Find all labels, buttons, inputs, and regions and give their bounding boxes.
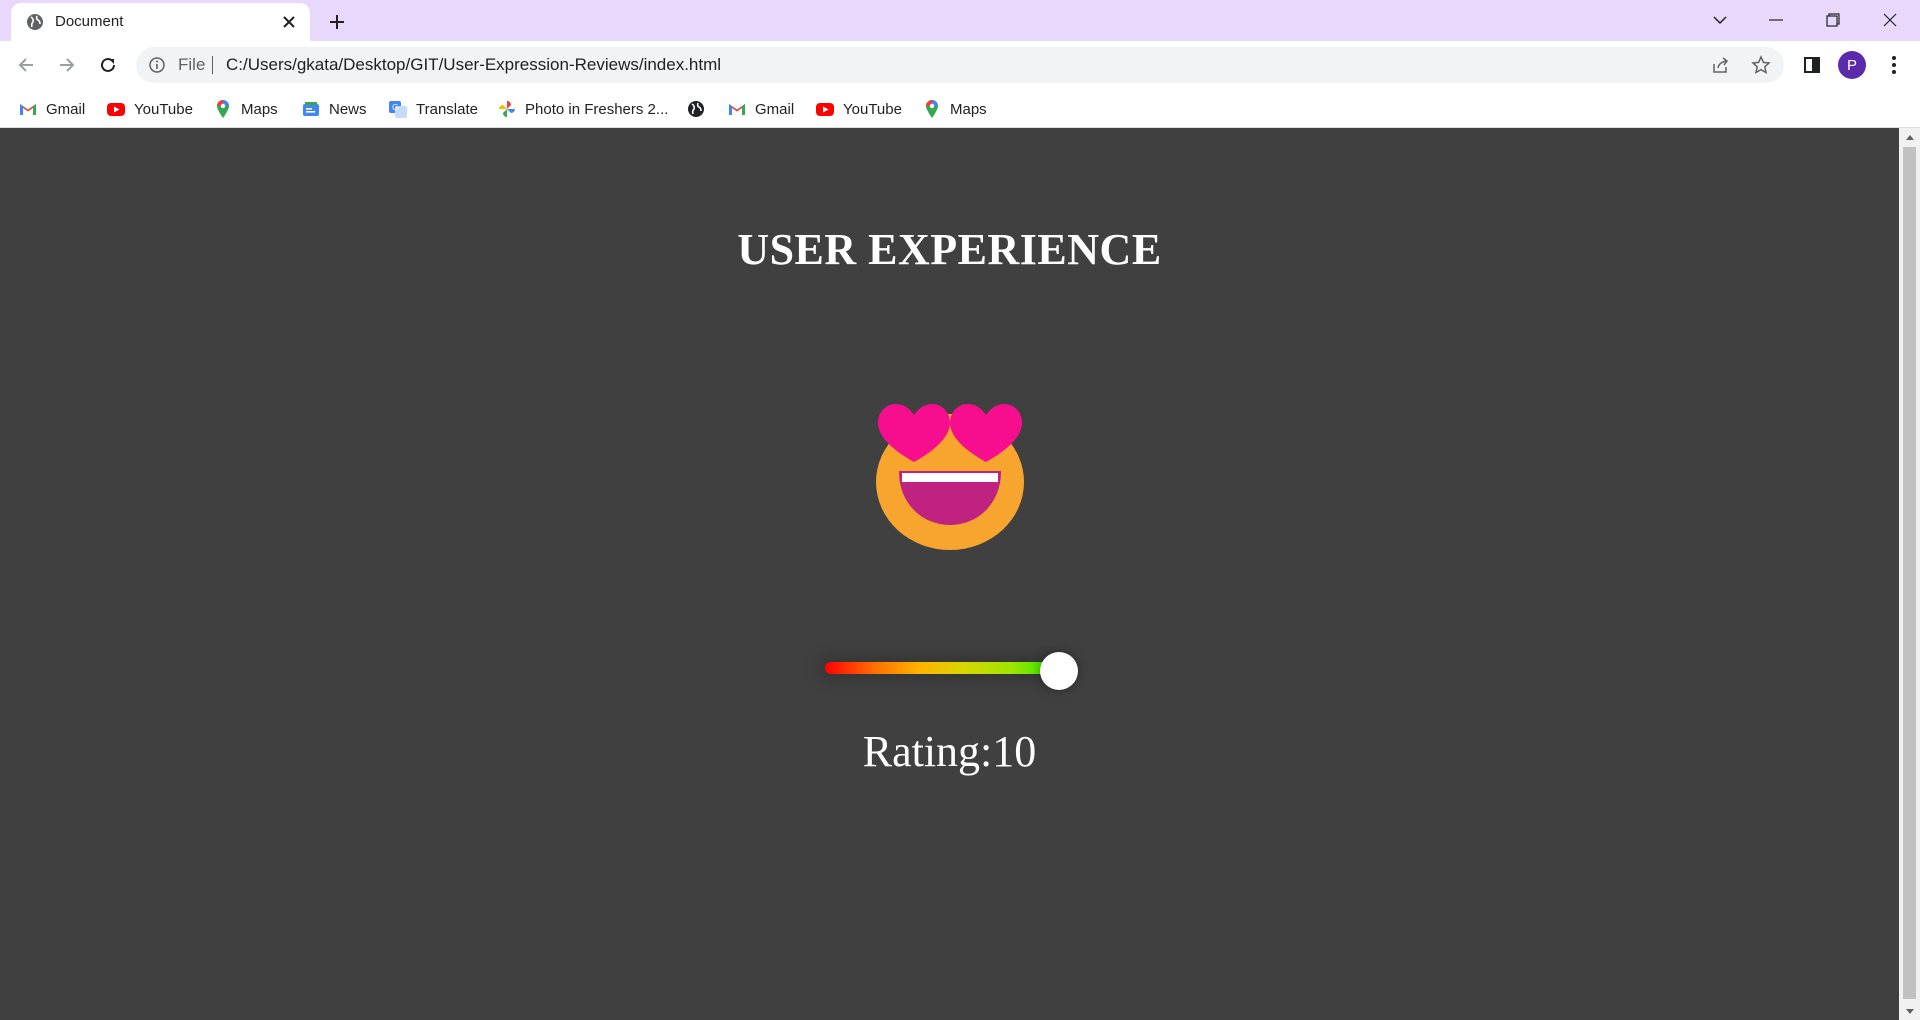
restore-icon bbox=[1826, 13, 1840, 27]
globe-icon bbox=[686, 99, 706, 119]
tab-document[interactable]: Document bbox=[11, 3, 310, 41]
bookmark-youtube[interactable]: YouTube bbox=[106, 96, 193, 122]
back-button[interactable] bbox=[10, 49, 42, 81]
browser-toolbar: File C:/Users/gkata/Desktop/GIT/User-Exp… bbox=[0, 41, 1920, 89]
close-window-button[interactable] bbox=[1873, 6, 1907, 34]
caret-down-icon bbox=[1905, 1008, 1914, 1014]
page-viewport: USER EXPERIENCE Rating:10 bbox=[0, 128, 1899, 1020]
divider bbox=[212, 56, 213, 74]
bookmark-globe[interactable] bbox=[686, 96, 706, 122]
info-icon[interactable] bbox=[148, 56, 166, 74]
svg-text:G: G bbox=[392, 103, 398, 112]
share-icon[interactable] bbox=[1710, 54, 1732, 76]
scroll-down-button[interactable] bbox=[1899, 1003, 1920, 1020]
bookmark-translate[interactable]: G Translate bbox=[388, 96, 478, 122]
maps-icon bbox=[213, 99, 233, 119]
bookmark-label: Gmail bbox=[46, 100, 86, 118]
reload-button[interactable] bbox=[92, 49, 124, 81]
bookmark-gmail-2[interactable]: Gmail bbox=[727, 96, 794, 122]
menu-button[interactable] bbox=[1878, 49, 1910, 81]
news-icon bbox=[301, 99, 321, 119]
gmail-icon bbox=[18, 99, 38, 119]
scroll-up-button[interactable] bbox=[1899, 128, 1920, 145]
chevron-down-icon bbox=[1713, 16, 1727, 25]
slider-track[interactable] bbox=[825, 662, 1059, 674]
bookmark-label: Gmail bbox=[755, 100, 795, 118]
smiling-face-with-heart-eyes-icon bbox=[872, 396, 1028, 552]
bookmark-label: Maps bbox=[950, 100, 987, 118]
tab-search-button[interactable] bbox=[1703, 6, 1737, 34]
bookmark-label: YouTube bbox=[134, 100, 193, 118]
plus-icon bbox=[330, 15, 344, 29]
new-tab-button[interactable] bbox=[324, 9, 350, 35]
photos-icon bbox=[497, 99, 517, 119]
bookmarks-bar: Gmail YouTube Maps News G Translate Phot… bbox=[0, 89, 1920, 128]
side-panel-button[interactable] bbox=[1796, 49, 1828, 81]
bookmark-star-icon[interactable] bbox=[1750, 54, 1772, 76]
reload-icon bbox=[101, 57, 115, 72]
page-title: USER EXPERIENCE bbox=[737, 225, 1162, 274]
minimize-button[interactable] bbox=[1759, 6, 1793, 34]
translate-icon: G bbox=[388, 99, 408, 119]
browser-title-bar: Document bbox=[0, 0, 1920, 41]
tab-title: Document bbox=[55, 13, 124, 30]
vertical-scrollbar[interactable] bbox=[1899, 128, 1920, 1020]
bookmark-label: Translate bbox=[416, 100, 478, 118]
address-bar[interactable]: File C:/Users/gkata/Desktop/GIT/User-Exp… bbox=[136, 47, 1784, 83]
profile-avatar[interactable]: P bbox=[1838, 51, 1866, 79]
bookmark-photos[interactable]: Photo in Freshers 2... bbox=[497, 96, 668, 122]
caret-up-icon bbox=[1905, 134, 1914, 140]
rating-label: Rating:10 bbox=[862, 727, 1037, 776]
youtube-icon bbox=[106, 99, 126, 119]
globe-icon bbox=[25, 12, 45, 32]
gmail-icon bbox=[727, 99, 747, 119]
close-tab-icon[interactable] bbox=[279, 12, 299, 32]
minimize-icon bbox=[1769, 19, 1783, 21]
restore-button[interactable] bbox=[1816, 6, 1850, 34]
bookmark-news[interactable]: News bbox=[301, 96, 367, 122]
bookmark-label: News bbox=[329, 100, 367, 118]
side-panel-icon bbox=[1804, 57, 1820, 73]
scrollbar-thumb[interactable] bbox=[1903, 147, 1916, 999]
bookmark-label: YouTube bbox=[843, 100, 902, 118]
forward-button[interactable] bbox=[51, 49, 83, 81]
maps-icon bbox=[922, 99, 942, 119]
arrow-left-icon bbox=[18, 58, 33, 72]
close-icon bbox=[1883, 13, 1897, 27]
bookmark-maps-2[interactable]: Maps bbox=[922, 96, 987, 122]
bookmark-gmail[interactable]: Gmail bbox=[18, 96, 85, 122]
bookmark-label: Maps bbox=[241, 100, 278, 118]
youtube-icon bbox=[815, 99, 835, 119]
url-text[interactable]: C:/Users/gkata/Desktop/GIT/User-Expressi… bbox=[226, 55, 721, 75]
arrow-right-icon bbox=[60, 58, 75, 72]
rating-slider[interactable] bbox=[823, 652, 1078, 690]
bookmark-maps[interactable]: Maps bbox=[213, 96, 278, 122]
more-vertical-icon bbox=[1892, 56, 1896, 74]
slider-thumb[interactable] bbox=[1040, 652, 1078, 690]
bookmark-youtube-2[interactable]: YouTube bbox=[815, 96, 902, 122]
scheme-label: File bbox=[178, 55, 206, 74]
bookmark-label: Photo in Freshers 2... bbox=[525, 100, 669, 118]
